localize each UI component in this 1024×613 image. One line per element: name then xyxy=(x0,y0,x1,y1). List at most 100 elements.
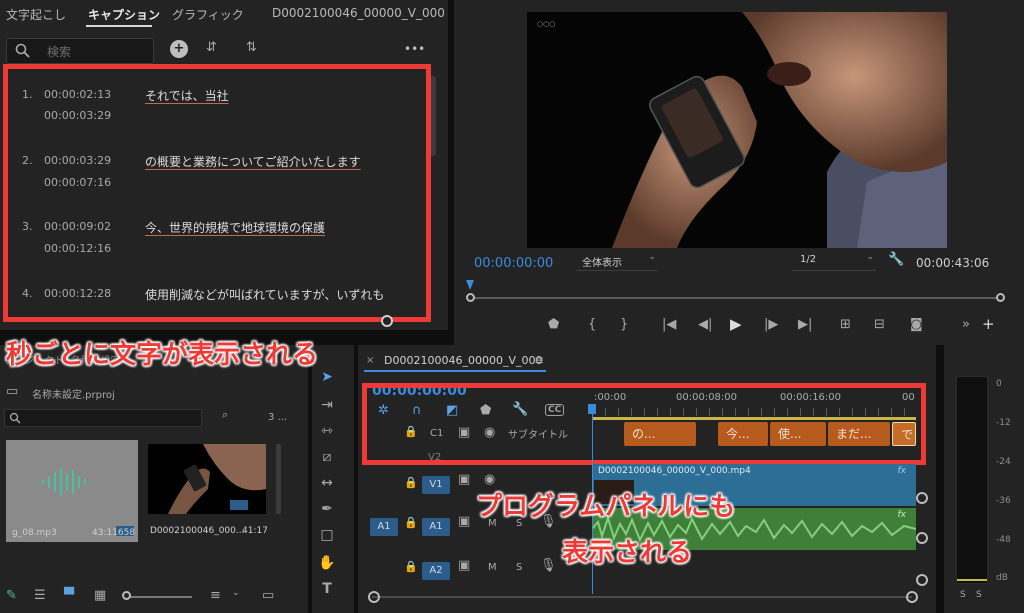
wrench-icon[interactable]: 🔧 xyxy=(888,252,904,267)
track-v1-label[interactable]: V1 xyxy=(422,476,450,494)
tab-sequence[interactable]: D0002100046_00000_V_000 xyxy=(272,6,445,20)
eye-icon[interactable]: ◉ xyxy=(484,472,495,487)
ripple-edit-tool-icon[interactable]: ⇿ xyxy=(316,420,338,442)
source-a1-label[interactable]: A1 xyxy=(370,518,398,536)
playhead-marker[interactable] xyxy=(466,280,474,290)
find-icon[interactable]: ⌕ xyxy=(222,408,228,422)
list-view-icon[interactable]: ☰ xyxy=(34,588,46,603)
caption-highlight-box xyxy=(3,64,431,322)
project-item-video[interactable] xyxy=(148,444,266,514)
zoom-slider-knob[interactable] xyxy=(122,591,131,600)
mark-out-icon[interactable]: } xyxy=(620,317,628,332)
playhead-timecode[interactable]: 00:00:00:00 xyxy=(474,256,553,271)
horizontal-scroll-handle[interactable] xyxy=(368,591,380,603)
annotation-caption-text: 秒ごとに文字が表示される xyxy=(6,340,319,370)
tab-captions-underline xyxy=(86,25,152,27)
video-frame: ○○○ xyxy=(527,12,947,248)
mark-in-icon[interactable]: { xyxy=(588,317,596,332)
project-scrollbar[interactable] xyxy=(276,444,281,514)
toggle-output-icon[interactable]: ▣ xyxy=(458,472,470,487)
meter-solo-button[interactable]: S xyxy=(976,590,982,600)
vertical-scroll-handle[interactable] xyxy=(916,492,928,504)
timeline-sequence-name: D0002100046_00000_V_000 xyxy=(384,354,543,367)
search-field[interactable]: 検索 xyxy=(6,38,154,64)
timeline-playhead-head[interactable] xyxy=(588,404,596,414)
freeform-view-icon[interactable]: ▦ xyxy=(94,588,106,603)
horizontal-scroll-handle[interactable] xyxy=(906,591,918,603)
track-select-tool-icon[interactable]: ⇥ xyxy=(316,394,338,416)
timeline-menu-icon[interactable]: ≡ xyxy=(534,353,544,367)
lift-icon[interactable]: ⊞ xyxy=(840,317,851,332)
slip-tool-icon[interactable]: ↔ xyxy=(316,472,338,494)
tab-captions[interactable]: キャプション xyxy=(88,6,160,23)
zoom-slider-handle[interactable] xyxy=(381,315,393,327)
type-tool-icon[interactable]: T xyxy=(316,578,338,600)
lock-icon[interactable]: 🔒 xyxy=(404,516,418,529)
fit-dropdown[interactable]: 全体表示 ⌄ xyxy=(576,252,658,271)
icon-view-icon[interactable]: ▀ xyxy=(64,588,74,603)
pen-tool-icon[interactable]: ✒ xyxy=(316,498,338,520)
video-badge-icon xyxy=(230,500,248,510)
solo-button[interactable]: S xyxy=(516,562,522,573)
toggle-sync-icon[interactable]: ▣ xyxy=(458,558,470,573)
meter-divider xyxy=(936,345,944,613)
tab-graphics[interactable]: グラフィック xyxy=(172,6,244,23)
lock-icon[interactable]: 🔒 xyxy=(404,560,418,573)
project-item-name: g_08.mp3 xyxy=(12,528,57,538)
rectangle-tool-icon[interactable]: □ xyxy=(316,524,338,546)
sort-icon[interactable]: ≡ xyxy=(210,588,221,603)
split-caption-icon[interactable]: ⇵ xyxy=(206,40,217,55)
razor-tool-icon[interactable]: ⧄ xyxy=(316,446,338,468)
vertical-scroll-handle[interactable] xyxy=(916,532,928,544)
add-marker-icon[interactable]: ⬟ xyxy=(548,317,559,332)
selection-tool-icon[interactable]: ➤ xyxy=(316,366,338,388)
chevron-down-icon[interactable]: ⌄ xyxy=(232,588,240,598)
zoom-slider[interactable] xyxy=(126,596,192,598)
mute-button[interactable]: M xyxy=(488,562,497,573)
project-item-audio[interactable] xyxy=(6,440,138,542)
duration-timecode: 00:00:43:06 xyxy=(916,256,990,270)
tab-transcript[interactable]: 文字起こし xyxy=(6,6,66,23)
add-button-icon[interactable]: + xyxy=(982,315,995,333)
meter-solo-button[interactable]: S xyxy=(960,590,966,600)
video-thumbnail xyxy=(168,444,266,514)
project-search[interactable] xyxy=(4,409,202,427)
vertical-scroll-handle[interactable] xyxy=(916,574,928,586)
step-back-icon[interactable]: ◀| xyxy=(698,317,712,332)
scrubber-track[interactable] xyxy=(470,297,1002,299)
add-caption-icon[interactable]: + xyxy=(170,40,188,58)
microphone-icon[interactable]: 🎙 xyxy=(540,558,557,573)
extract-icon[interactable]: ⊟ xyxy=(874,317,885,332)
new-folder-icon[interactable]: ▭ xyxy=(262,588,274,603)
video-frame-image: ○○○ xyxy=(537,12,947,248)
annotation-program-text-line2: 表示される xyxy=(562,538,693,568)
timeline-tab-underline xyxy=(364,370,546,372)
go-to-in-icon[interactable]: |◀ xyxy=(662,317,676,332)
scrubber-start-handle[interactable] xyxy=(466,293,475,302)
go-to-out-icon[interactable]: ▶| xyxy=(798,317,812,332)
scrubber-end-handle[interactable] xyxy=(996,293,1005,302)
timeline-close-icon[interactable]: × xyxy=(366,355,374,366)
horizontal-scroll-track[interactable] xyxy=(372,596,912,598)
search-placeholder: 検索 xyxy=(47,45,72,59)
hand-tool-icon[interactable]: ✋ xyxy=(316,552,338,574)
track-v2-label: V2 xyxy=(428,452,442,463)
search-icon xyxy=(9,412,21,424)
track-a2-label[interactable]: A2 xyxy=(422,562,450,580)
lock-icon[interactable]: 🔒 xyxy=(404,476,418,489)
item-count: 3 ... xyxy=(268,412,288,423)
toggle-sync-icon[interactable]: ▣ xyxy=(458,514,470,529)
chevron-down-icon: ⌄ xyxy=(648,252,656,262)
track-a1-label[interactable]: A1 xyxy=(422,518,450,536)
meter-scale-label: -36 xyxy=(996,496,1011,506)
step-forward-icon[interactable]: |▶ xyxy=(764,317,778,332)
fx-badge: fx xyxy=(897,466,907,476)
resolution-dropdown[interactable]: 1/2 ⌄ xyxy=(792,252,876,271)
more-controls-icon[interactable]: » xyxy=(962,317,970,332)
play-icon[interactable]: ▶ xyxy=(730,315,742,333)
search-icon xyxy=(15,43,30,58)
camera-icon[interactable]: ◙ xyxy=(910,317,923,332)
more-menu-icon[interactable]: ••• xyxy=(404,42,425,56)
merge-caption-icon[interactable]: ⇅ xyxy=(246,40,257,55)
pencil-icon[interactable]: ✎ xyxy=(6,588,17,603)
